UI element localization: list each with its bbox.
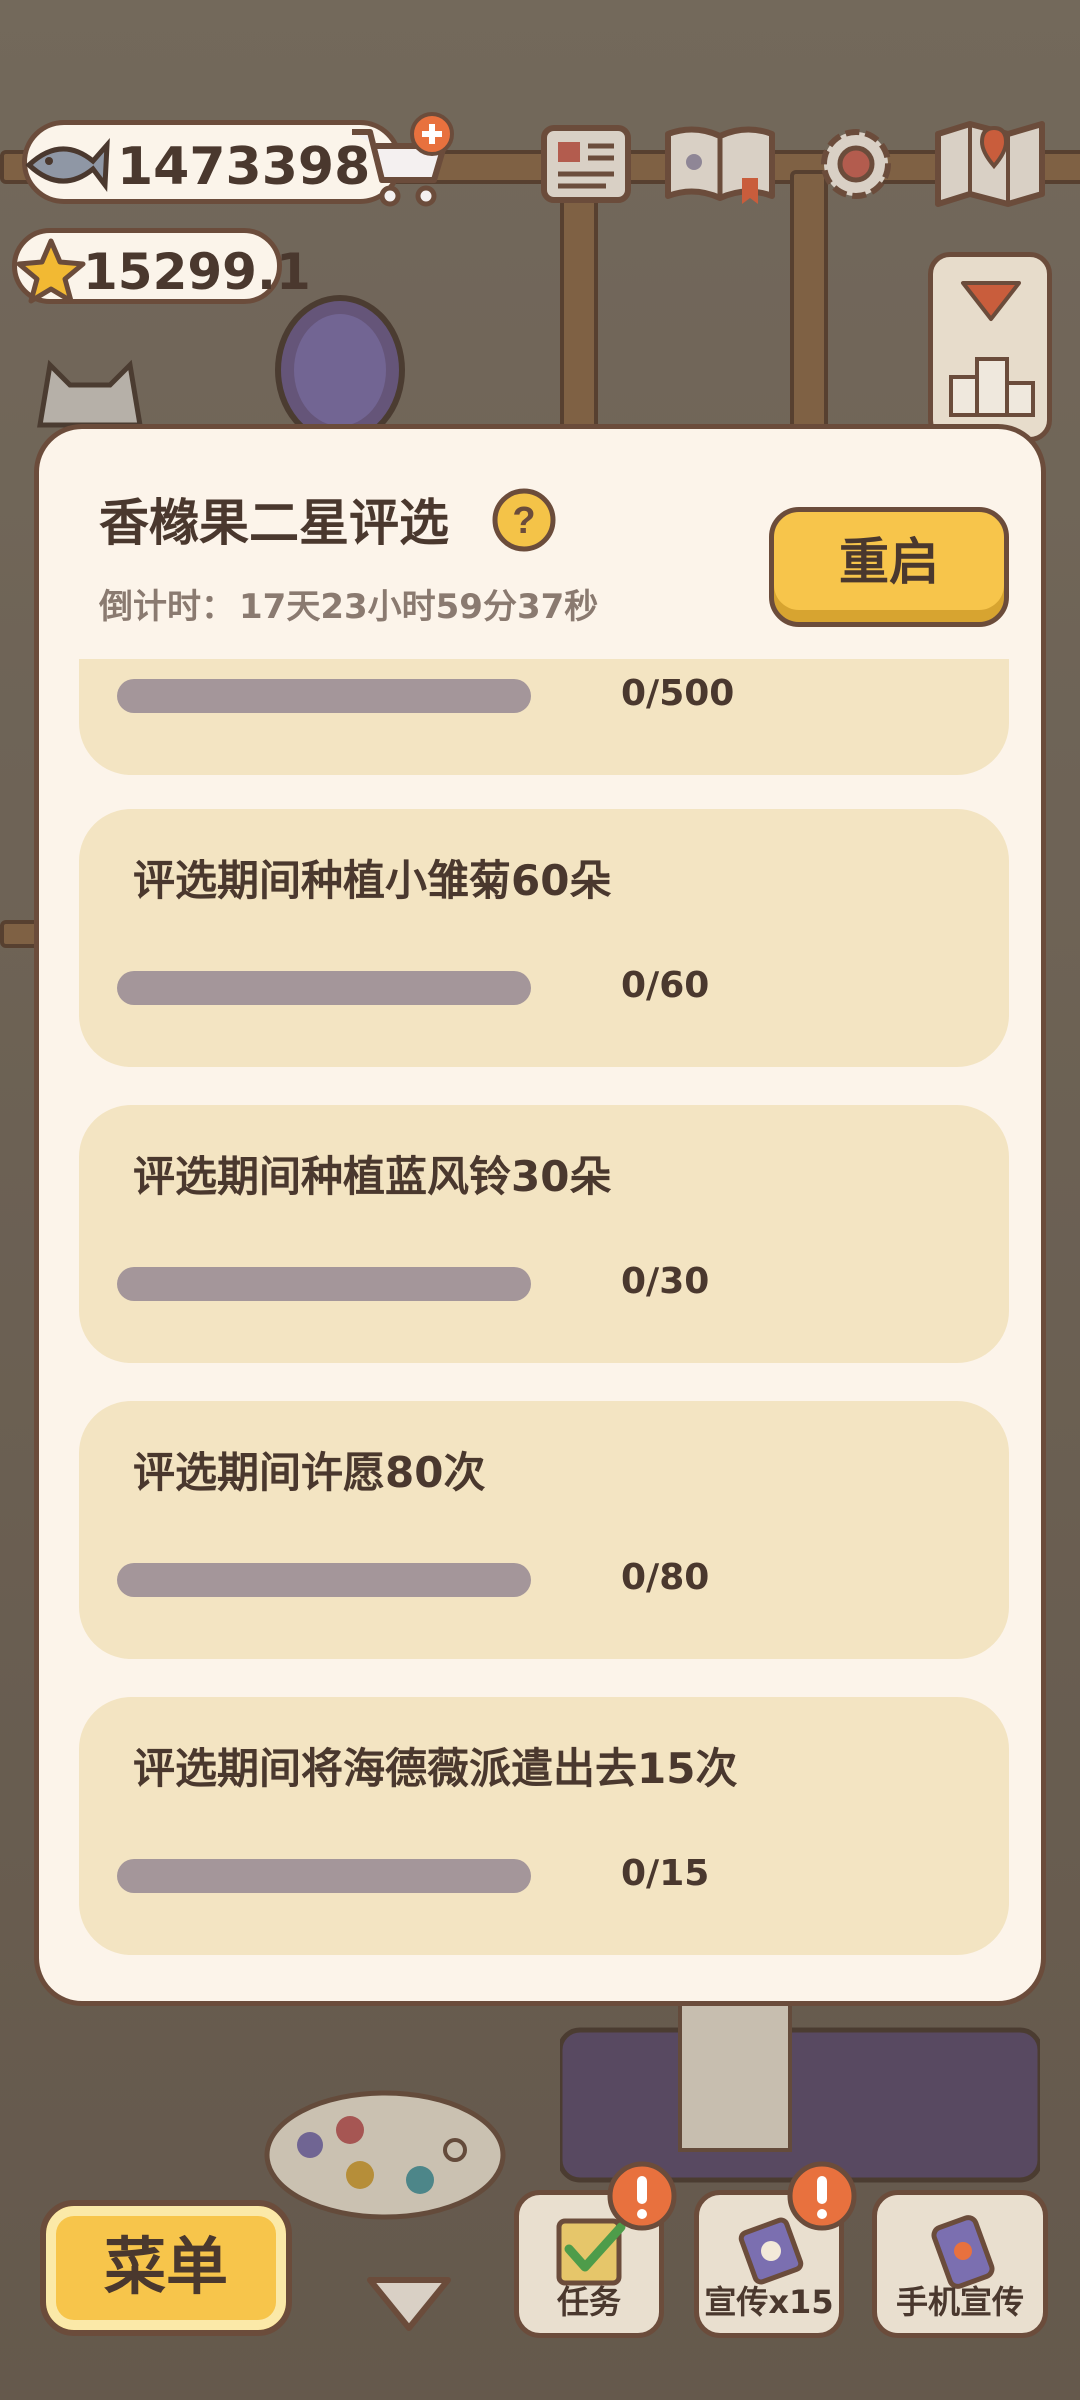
menu-button[interactable]: 菜单 (40, 2200, 292, 2336)
restart-button[interactable]: 重启 (769, 507, 1009, 627)
ranking-button[interactable] (928, 252, 1052, 442)
task-label: 评选期间许愿80次 (133, 1448, 486, 1497)
task-progress-bar (117, 679, 531, 713)
task-card: 评选期间将海德薇派遣出去15次 0/15 (79, 1697, 1009, 1955)
collapse-arrow-icon (961, 281, 1021, 321)
task-progress-bar (117, 971, 531, 1005)
task-progress-text: 0/30 (621, 1261, 710, 1302)
promotion-button-label: 宣传x15 (704, 2283, 834, 2321)
podium-icon (949, 357, 1035, 417)
book-icon[interactable] (660, 118, 780, 210)
task-progress-text: 0/80 (621, 1557, 710, 1598)
phone-promotion-button[interactable]: 手机宣传 (872, 2190, 1048, 2338)
svg-text:?: ? (512, 500, 535, 542)
star-icon (16, 238, 86, 304)
alert-icon (787, 2161, 857, 2231)
gear-icon[interactable] (806, 118, 906, 210)
map-icon[interactable] (932, 118, 1048, 210)
help-icon[interactable]: ? (491, 487, 557, 553)
task-card: 评选期间种植小雏菊60朵 0/60 (79, 809, 1009, 1067)
task-label: 评选期间将海德薇派遣出去15次 (133, 1744, 738, 1793)
phone-promotion-button-label: 手机宣传 (895, 2283, 1024, 2321)
fish-currency-bar: 1473398 (22, 120, 402, 204)
star-currency-bar: 15299.1 (12, 228, 311, 304)
alert-icon (607, 2161, 677, 2231)
tasks-button-label: 任务 (556, 2283, 621, 2321)
task-progress-bar (117, 1859, 531, 1893)
fish-icon (25, 137, 110, 193)
countdown-label: 倒计时： (99, 587, 235, 627)
task-progress-text: 0/500 (621, 673, 735, 714)
task-card: 0/500 (79, 659, 1009, 775)
dialog-title: 香橼果二星评选 (99, 494, 449, 552)
task-progress-bar (117, 1267, 531, 1301)
task-progress-bar (117, 1563, 531, 1597)
task-card: 评选期间种植蓝风铃30朵 0/30 (79, 1105, 1009, 1363)
task-list[interactable]: 0/500 评选期间种植小雏菊60朵 0/60 评选期间种植蓝风铃30朵 0/3… (39, 659, 1041, 1999)
task-progress-text: 0/15 (621, 1853, 710, 1894)
shop-cart-icon[interactable] (346, 112, 456, 212)
star-amount: 15299.1 (83, 243, 311, 301)
task-label: 评选期间种植蓝风铃30朵 (133, 1152, 612, 1201)
chevron-down-icon[interactable] (364, 2270, 454, 2336)
task-progress-text: 0/60 (621, 965, 710, 1006)
task-label: 评选期间种植小雏菊60朵 (133, 856, 612, 905)
newspaper-icon[interactable] (536, 118, 636, 210)
rating-event-dialog: 香橼果二星评选 ? 倒计时： 17天23小时59分37秒 重启 0/500 评选期… (34, 424, 1046, 2006)
fish-amount: 1473398 (117, 137, 371, 197)
countdown-text: 倒计时： 17天23小时59分37秒 (99, 579, 598, 628)
countdown-value: 17天23小时59分37秒 (239, 587, 599, 627)
task-card: 评选期间许愿80次 0/80 (79, 1401, 1009, 1659)
